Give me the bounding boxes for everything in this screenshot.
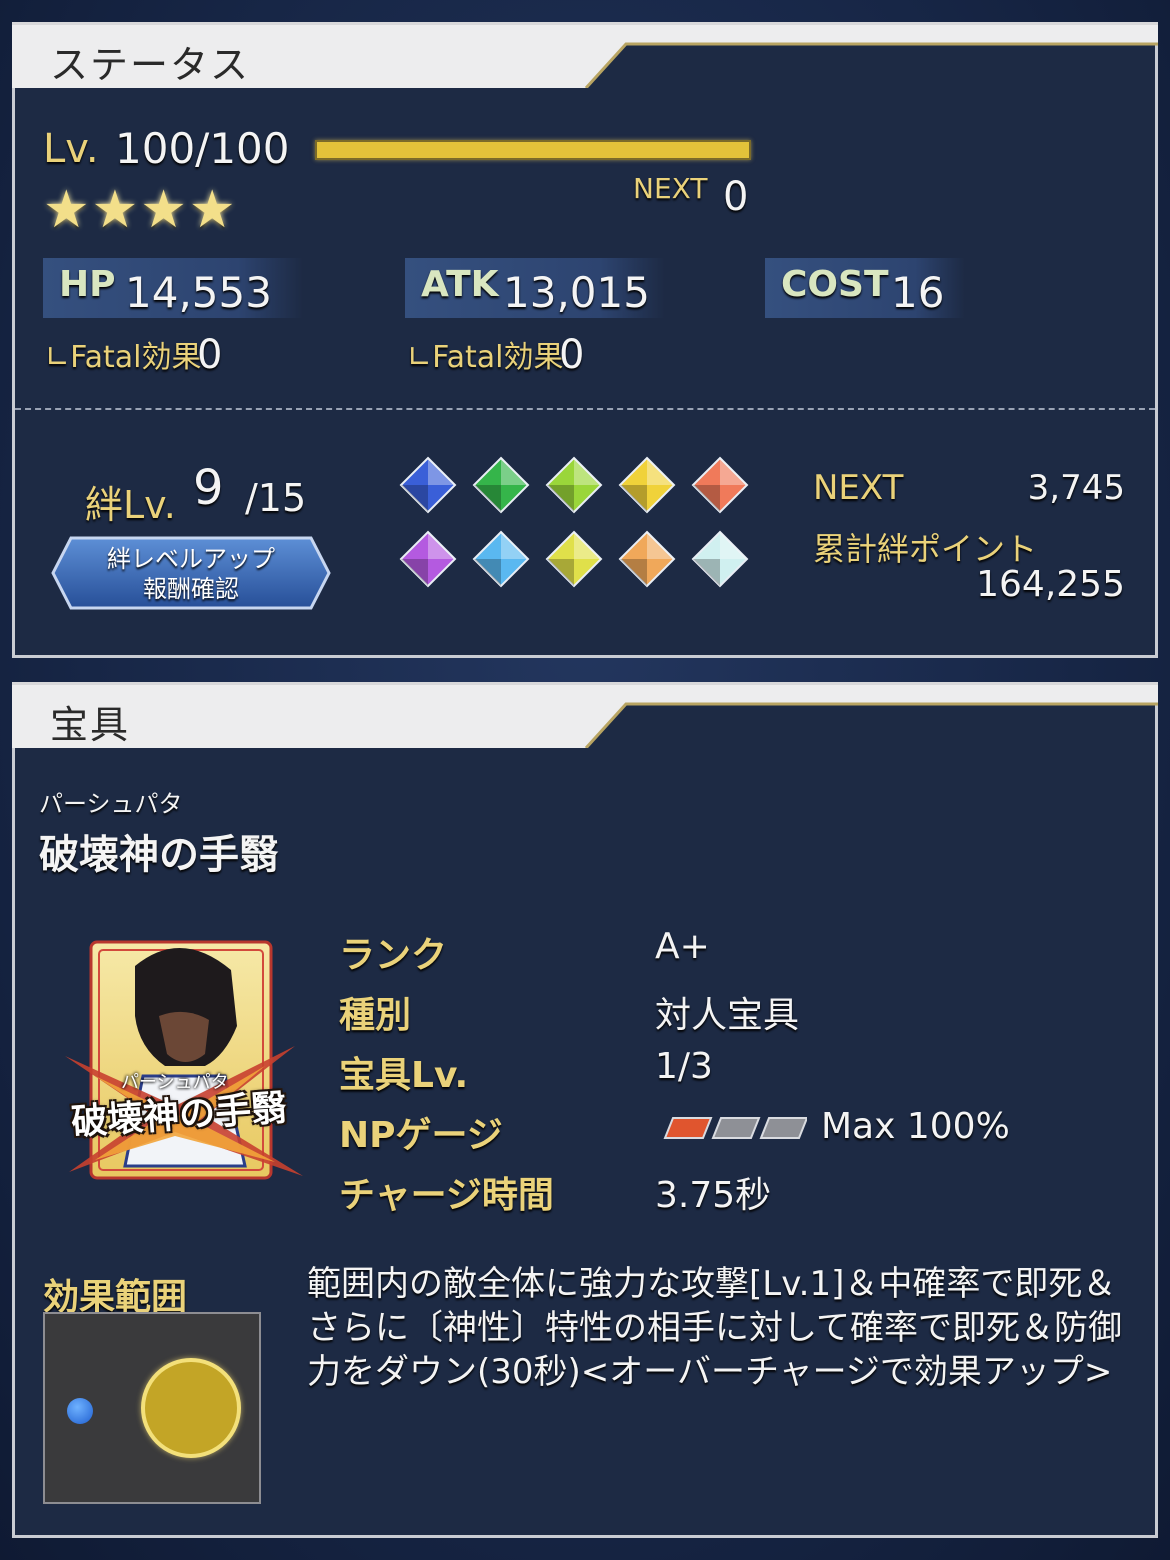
np-card-image: パーシュパタ 破壊神の手翳 [55, 936, 305, 1194]
status-panel: ステータス Lv. 100/100 ★ ★ ★ ★ NEXT 0 HP 14,5… [12, 22, 1158, 658]
np-gauge-bar-empty [711, 1117, 761, 1139]
status-header: ステータス [12, 22, 1158, 88]
bond-next-value: 3,745 [1027, 468, 1125, 508]
exp-bar [315, 140, 751, 160]
target-area-circle [141, 1358, 241, 1458]
np-panel: 宝具 パーシュパタ 破壊神の手翳 パーシュパタ 破壊神の手翳 ランク A+ 種別… [12, 682, 1158, 1538]
cost-box: COST 16 [765, 258, 965, 318]
bond-gem-icon [545, 530, 603, 588]
cost-value: 16 [891, 268, 945, 317]
bond-gem-icon [399, 456, 457, 514]
bond-level-value: 9 [193, 460, 224, 516]
hp-box: HP 14,553 [43, 258, 303, 318]
bond-gem-icon [691, 456, 749, 514]
caster-dot-icon [67, 1398, 93, 1424]
star-icon: ★ [188, 180, 236, 240]
star-icon: ★ [140, 180, 187, 240]
level-label: Lv. [43, 126, 99, 172]
rarity-stars: ★ ★ ★ ★ [43, 184, 236, 236]
np-name: 破壊神の手翳 [39, 832, 279, 878]
rank-label: ランク [339, 935, 448, 976]
header-banner-shape [12, 682, 1158, 748]
bond-gem-icon [691, 530, 749, 588]
atk-box: ATK 13,015 [405, 258, 665, 318]
atk-fatal-value: 0 [559, 332, 585, 378]
status-title: ステータス [50, 43, 251, 87]
bond-gem-icon [472, 456, 530, 514]
bond-gem-icon [399, 530, 457, 588]
bond-gem-icon [618, 530, 676, 588]
bond-gem-icon [618, 456, 676, 514]
np-level-value: 1/3 [655, 1046, 713, 1087]
type-value: 対人宝具 [655, 995, 800, 1036]
range-diagram [43, 1312, 261, 1504]
type-label: 種別 [339, 995, 412, 1036]
level-value: 100/100 [115, 124, 290, 173]
bond-next-label: NEXT [813, 468, 904, 508]
bond-level-label: 絆Lv. [85, 483, 176, 527]
hp-value: 14,553 [125, 268, 272, 317]
hp-fatal-label: ∟Fatal効果 [45, 340, 202, 375]
np-level-label: 宝具Lv. [339, 1055, 469, 1096]
rank-value: A+ [655, 926, 710, 967]
atk-fatal-label: ∟Fatal効果 [407, 340, 564, 375]
bond-gem-icon [545, 456, 603, 514]
hp-label: HP [59, 264, 116, 305]
np-gauge-bars [663, 1117, 807, 1139]
exp-next-label: NEXT [633, 172, 708, 205]
atk-label: ATK [421, 264, 499, 305]
np-description: 範囲内の敵全体に強力な攻撃[Lv.1]＆中確率で即死＆さらに〔神性〕特性の相手に… [307, 1264, 1122, 1392]
star-icon: ★ [91, 180, 139, 240]
np-card-art [65, 940, 303, 1180]
bond-total-value: 164,255 [976, 564, 1125, 605]
bond-reward-button[interactable]: 絆レベルアップ 報酬確認 [51, 536, 331, 610]
hp-fatal-value: 0 [197, 332, 223, 378]
np-gauge-bar-filled [663, 1117, 713, 1139]
np-gauge-label: NPゲージ [339, 1115, 503, 1156]
star-icon: ★ [43, 180, 90, 240]
cost-label: COST [781, 264, 889, 305]
bond-gem-icon [472, 530, 530, 588]
charge-value: 3.75秒 [655, 1175, 772, 1216]
np-gauge-value: Max 100% [821, 1106, 1010, 1147]
np-title: 宝具 [50, 703, 131, 747]
atk-value: 13,015 [503, 268, 650, 317]
exp-next-value: 0 [723, 174, 749, 220]
bond-level-max: /15 [245, 476, 307, 520]
bond-button-label: 絆レベルアップ 報酬確認 [107, 545, 275, 603]
np-ruby: パーシュパタ [39, 790, 183, 818]
charge-label: チャージ時間 [339, 1175, 554, 1216]
section-divider [15, 408, 1155, 410]
np-gauge-bar-empty [759, 1117, 807, 1139]
np-header: 宝具 [12, 682, 1158, 748]
